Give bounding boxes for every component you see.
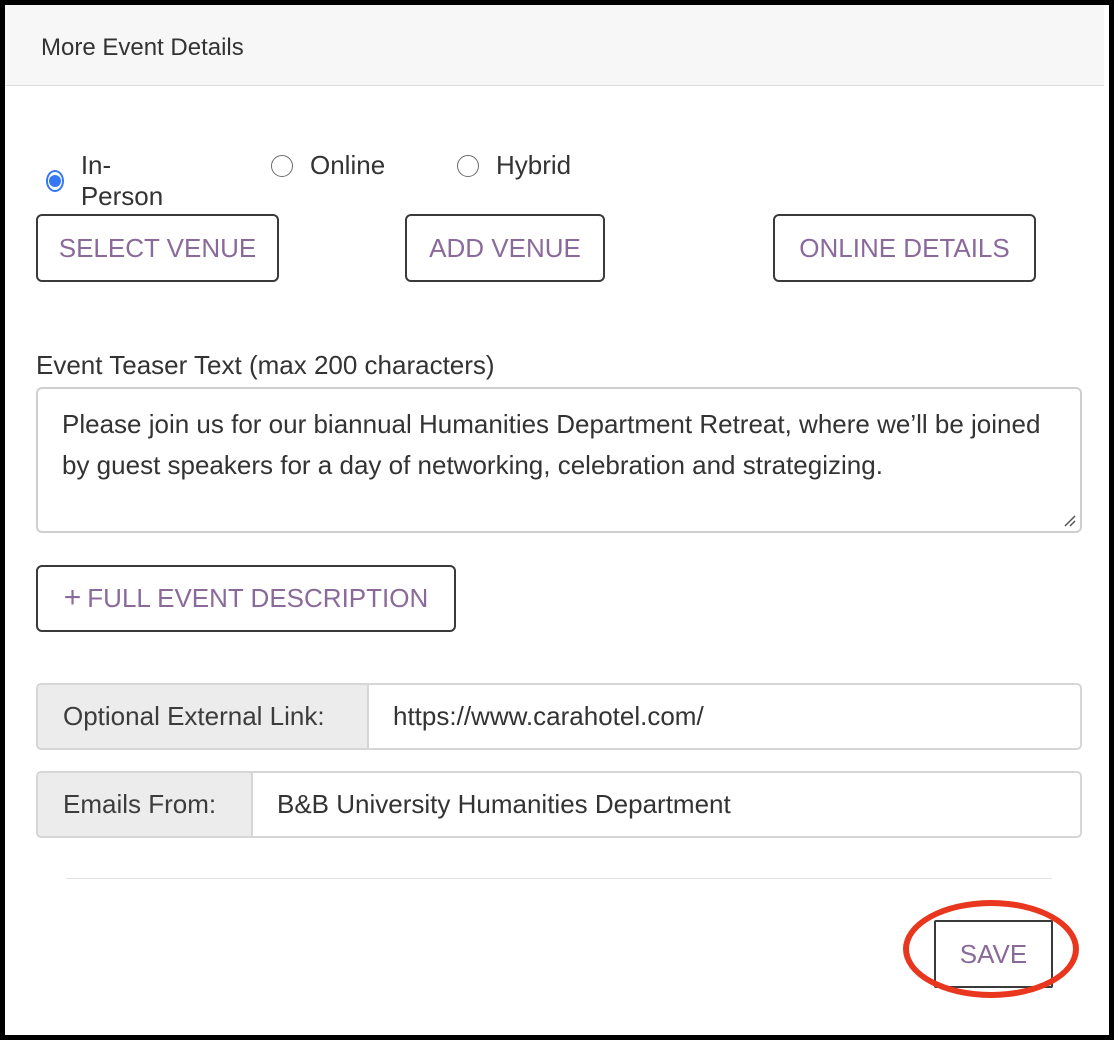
teaser-textarea[interactable]: Please join us for our biannual Humaniti… bbox=[36, 387, 1082, 533]
radio-unchecked-icon[interactable] bbox=[271, 154, 293, 177]
radio-label-in-person: In-Person bbox=[80, 150, 164, 211]
external-link-label: Optional External Link: bbox=[38, 685, 369, 748]
teaser-label: Event Teaser Text (max 200 characters) bbox=[36, 350, 495, 380]
radio-checked-icon[interactable] bbox=[46, 170, 64, 192]
emails-from-label: Emails From: bbox=[38, 773, 253, 836]
card-title: More Event Details bbox=[41, 34, 244, 61]
external-link-input-group: Optional External Link: https://www.cara… bbox=[36, 683, 1082, 750]
card-header: More Event Details bbox=[5, 5, 1104, 86]
radio-label-hybrid: Hybrid bbox=[496, 150, 572, 180]
teaser-text: Please join us for our biannual Humaniti… bbox=[62, 409, 1041, 480]
save-button[interactable]: SAVE bbox=[934, 920, 1053, 988]
radio-label-online: Online bbox=[310, 150, 386, 180]
radio-unchecked-icon[interactable] bbox=[457, 154, 479, 177]
radio-in-person[interactable]: In-Person bbox=[46, 150, 167, 212]
emails-from-input[interactable]: B&B University Humanities Department bbox=[253, 773, 1080, 836]
resize-handle-icon[interactable] bbox=[1062, 513, 1076, 527]
footer-divider bbox=[66, 878, 1052, 879]
radio-hybrid[interactable]: Hybrid bbox=[457, 150, 571, 181]
external-link-input[interactable]: https://www.carahotel.com/ bbox=[369, 685, 1080, 748]
add-venue-button[interactable]: ADD VENUE bbox=[405, 214, 605, 282]
full-event-description-label: FULL EVENT DESCRIPTION bbox=[87, 583, 429, 613]
radio-online[interactable]: Online bbox=[271, 150, 385, 181]
emails-from-input-group: Emails From: B&B University Humanities D… bbox=[36, 771, 1082, 838]
full-event-description-button[interactable]: + FULL EVENT DESCRIPTION bbox=[36, 565, 456, 632]
select-venue-button[interactable]: SELECT VENUE bbox=[36, 214, 279, 282]
plus-icon: + bbox=[63, 580, 82, 614]
online-details-button[interactable]: ONLINE DETAILS bbox=[773, 214, 1036, 282]
